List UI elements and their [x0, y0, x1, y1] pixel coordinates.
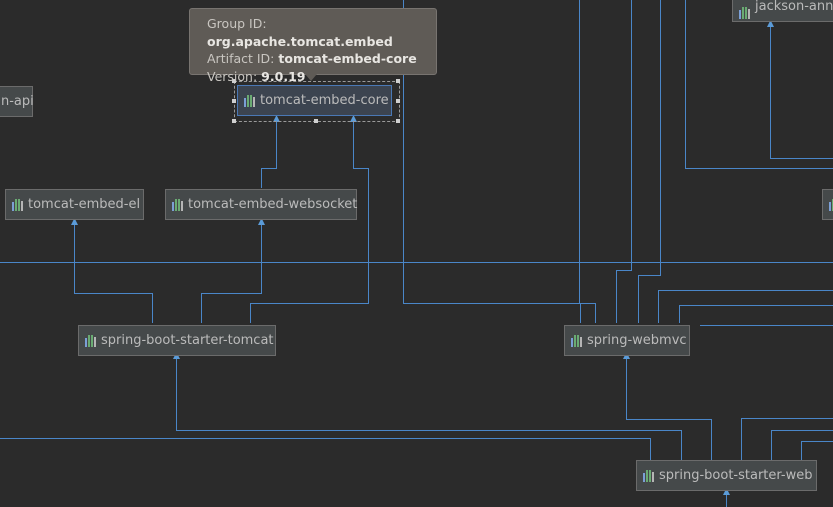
resize-handle[interactable]	[232, 99, 236, 103]
node-api-partial[interactable]: n-api	[0, 86, 34, 117]
maven-artifact-icon	[244, 94, 255, 107]
node-right-partial[interactable]	[822, 189, 833, 220]
edge-line	[201, 224, 262, 323]
tooltip-version-row: Version: 9.0.19	[207, 68, 306, 84]
node-spring-boot-starter-tomcat[interactable]: spring-boot-starter-tomcat	[78, 325, 276, 356]
node-spring-boot-starter-web[interactable]: spring-boot-starter-web	[636, 460, 817, 491]
resize-handle[interactable]	[396, 119, 400, 123]
edge-line	[679, 305, 833, 323]
edge-line	[658, 290, 833, 323]
maven-artifact-icon	[643, 469, 654, 482]
node-tomcat-embed-core[interactable]: tomcat-embed-core	[237, 85, 392, 116]
artifact-tooltip: Group ID: org.apache.tomcat.embed Artifa…	[189, 8, 437, 84]
node-tomcat-embed-websocket[interactable]: tomcat-embed-websocket	[165, 189, 357, 220]
edge-line	[250, 120, 369, 323]
maven-artifact-icon	[739, 7, 750, 19]
maven-artifact-icon	[172, 198, 183, 211]
edge-line	[638, 0, 661, 323]
edge-line	[685, 0, 833, 169]
node-jackson-partial[interactable]: jackson-anno	[732, 0, 833, 22]
edge-line	[741, 418, 833, 460]
edge-line	[801, 441, 833, 460]
tooltip-artifact-row: Artifact ID: tomcat-embed-core	[207, 51, 417, 66]
tooltip-arrow	[305, 74, 317, 81]
edge-arrowhead	[350, 115, 357, 122]
node-tomcat-embed-el[interactable]: tomcat-embed-el	[5, 189, 144, 220]
edge-arrowhead	[273, 115, 280, 122]
edge-line	[579, 0, 596, 323]
maven-artifact-icon	[571, 334, 582, 347]
edge-line	[771, 430, 833, 460]
edge-line	[616, 0, 632, 323]
edge-line	[176, 357, 682, 460]
maven-artifact-icon	[85, 334, 96, 347]
edge-line	[261, 120, 277, 188]
resize-handle[interactable]	[232, 119, 236, 123]
resize-handle[interactable]	[314, 119, 318, 123]
tooltip-group-row: Group ID: org.apache.tomcat.embed	[207, 16, 393, 49]
maven-artifact-icon	[829, 198, 833, 211]
node-spring-webmvc[interactable]: spring-webmvc	[564, 325, 690, 356]
edge-line	[770, 22, 833, 159]
edge-line	[0, 438, 651, 460]
edge-line	[626, 357, 712, 460]
resize-handle[interactable]	[396, 99, 400, 103]
edge-line	[74, 224, 153, 323]
maven-artifact-icon	[12, 198, 23, 211]
